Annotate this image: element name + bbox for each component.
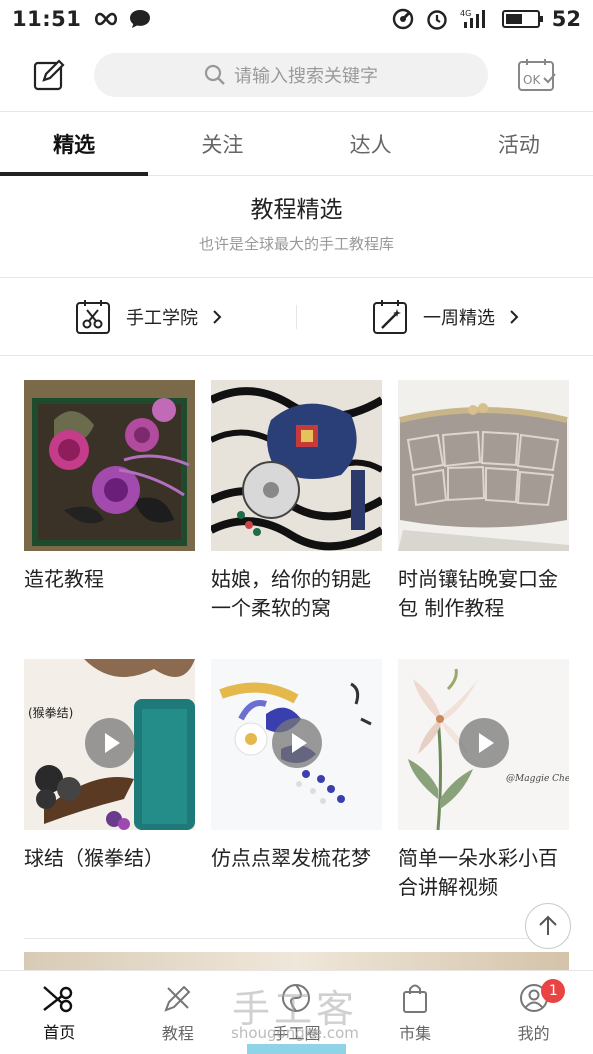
scissors-icon bbox=[43, 985, 73, 1012]
signal-icon: 4G bbox=[460, 9, 485, 28]
svg-text:OK: OK bbox=[523, 73, 541, 87]
section-title: 教程精选 bbox=[250, 197, 343, 223]
weekly-picks-link[interactable]: 一周精选 bbox=[297, 278, 593, 355]
nav-label: 市集 bbox=[399, 1023, 432, 1043]
card-thumbnail bbox=[398, 380, 569, 551]
top-bar: 请输入搜索关键字 OK bbox=[0, 38, 593, 112]
back-to-top-button[interactable] bbox=[525, 903, 571, 949]
tutorial-card[interactable]: (猴拳结) 球结（猴拳结） bbox=[24, 659, 195, 873]
watermark-url: shougongke.com bbox=[231, 1024, 359, 1042]
pencil-ruler-icon bbox=[164, 985, 191, 1012]
nav-home[interactable]: 首页 bbox=[0, 971, 119, 1054]
battery-percent: 52 bbox=[551, 7, 581, 31]
chevron-right-icon bbox=[510, 309, 519, 324]
search-placeholder: 请输入搜索关键字 bbox=[234, 65, 378, 87]
nav-me[interactable]: 我的 1 bbox=[474, 971, 593, 1054]
tab-following[interactable]: 关注 bbox=[148, 112, 296, 175]
nav-label: 首页 bbox=[43, 1022, 76, 1042]
calendar-ok-icon: OK bbox=[518, 58, 556, 91]
card-title: 简单一朵水彩小百合讲解视频 bbox=[398, 846, 558, 899]
nav-market[interactable]: 市集 bbox=[356, 971, 475, 1054]
status-bar: 11:51 4G 52 bbox=[0, 0, 593, 38]
chevron-right-icon bbox=[213, 309, 222, 324]
card-title: 姑娘，给你的钥匙一个柔软的窝 bbox=[211, 567, 371, 620]
tab-experts[interactable]: 达人 bbox=[297, 112, 445, 175]
battery-icon bbox=[501, 10, 543, 28]
checkin-button[interactable]: OK bbox=[512, 50, 562, 100]
divider bbox=[24, 938, 569, 939]
nav-label: 我的 bbox=[517, 1023, 550, 1043]
weekly-picks-label: 一周精选 bbox=[423, 307, 495, 329]
edit-icon bbox=[33, 58, 65, 90]
craft-academy-label: 手工学院 bbox=[126, 307, 198, 329]
play-icon[interactable] bbox=[272, 718, 322, 768]
tutorial-card[interactable]: @Maggie Chen 简单一朵水彩小百合讲解视频 bbox=[398, 659, 569, 902]
chat-bubble-icon bbox=[130, 10, 151, 28]
watermark-bar bbox=[247, 1044, 346, 1054]
card-title: 时尚镶钻晚宴口金包 制作教程 bbox=[398, 567, 558, 620]
card-thumbnail: (猴拳结) bbox=[24, 659, 195, 830]
tutorial-card[interactable]: 姑娘，给你的钥匙一个柔软的窝 bbox=[211, 380, 382, 623]
search-box[interactable]: 请输入搜索关键字 bbox=[94, 52, 488, 97]
status-time: 11:51 bbox=[12, 7, 82, 31]
tutorial-card[interactable]: 造花教程 bbox=[24, 380, 195, 594]
tab-events[interactable]: 活动 bbox=[445, 112, 593, 175]
svg-text:@Maggie Chen: @Maggie Chen bbox=[506, 774, 569, 784]
banner-image-peek[interactable] bbox=[24, 952, 569, 972]
tab-featured[interactable]: 精选 bbox=[0, 112, 149, 176]
compose-button[interactable] bbox=[24, 50, 74, 100]
section-subtitle: 也许是全球最大的手工教程库 bbox=[198, 235, 394, 253]
card-thumbnail: @Maggie Chen bbox=[398, 659, 569, 830]
category-tabs: 精选 关注 达人 活动 bbox=[0, 112, 593, 176]
card-thumbnail bbox=[211, 659, 382, 830]
hotspot-icon bbox=[392, 8, 413, 30]
craft-academy-link[interactable]: 手工学院 bbox=[0, 278, 296, 355]
arrow-up-icon bbox=[539, 915, 557, 935]
card-thumbnail bbox=[24, 380, 195, 551]
notification-badge: 1 bbox=[541, 979, 566, 1003]
play-icon[interactable] bbox=[85, 718, 135, 768]
card-title: 造花教程 bbox=[24, 567, 104, 591]
nav-tutorials[interactable]: 教程 bbox=[119, 971, 238, 1054]
tutorial-card[interactable]: 仿点点翠发梳花梦 bbox=[211, 659, 382, 873]
shopping-bag-icon bbox=[403, 984, 428, 1013]
card-thumbnail bbox=[211, 380, 382, 551]
card-title: 球结（猴拳结） bbox=[24, 846, 164, 870]
quick-links: 手工学院 一周精选 bbox=[0, 278, 593, 356]
alarm-icon bbox=[427, 10, 447, 30]
calendar-wand-icon bbox=[373, 299, 407, 334]
scissors-board-icon bbox=[76, 299, 110, 334]
card-image-caption: (猴拳结) bbox=[28, 705, 73, 720]
search-icon bbox=[204, 64, 225, 85]
card-title: 仿点点翠发梳花梦 bbox=[211, 846, 371, 870]
infinity-icon bbox=[95, 12, 118, 26]
svg-text:4G: 4G bbox=[460, 9, 471, 18]
nav-label: 教程 bbox=[161, 1023, 194, 1043]
play-icon[interactable] bbox=[459, 718, 509, 768]
tutorial-card[interactable]: 时尚镶钻晚宴口金包 制作教程 bbox=[398, 380, 569, 623]
